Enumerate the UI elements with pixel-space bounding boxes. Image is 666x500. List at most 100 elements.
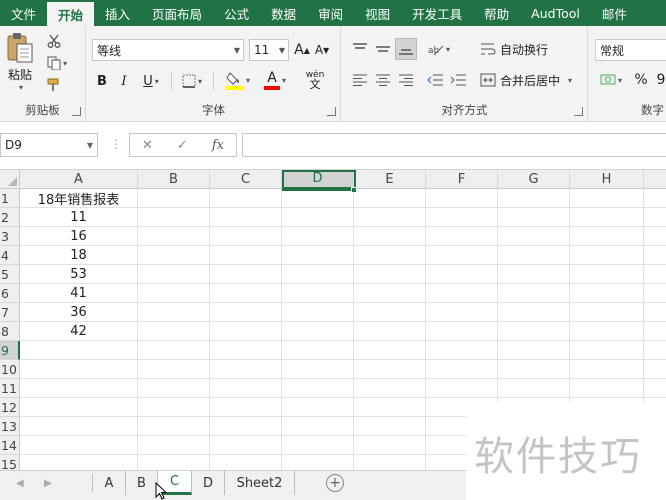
grid-cell[interactable] bbox=[426, 208, 498, 227]
copy-button[interactable]: ▾ bbox=[44, 54, 70, 72]
grid-cell[interactable] bbox=[20, 436, 138, 455]
wrap-text-button[interactable]: 自动换行 bbox=[480, 39, 560, 59]
grid-cell[interactable] bbox=[498, 189, 570, 208]
grid-cell[interactable] bbox=[138, 341, 210, 360]
column-header-e[interactable]: E bbox=[354, 170, 426, 189]
grid-cell[interactable] bbox=[354, 284, 426, 303]
italic-button[interactable]: I bbox=[115, 70, 133, 92]
tab-page-layout[interactable]: 页面布局 bbox=[141, 0, 213, 26]
grid-cell[interactable] bbox=[282, 208, 354, 227]
grid-cell[interactable] bbox=[20, 341, 138, 360]
row-header[interactable]: 8 bbox=[0, 322, 20, 341]
tab-insert[interactable]: 插入 bbox=[94, 0, 141, 26]
column-header-c[interactable]: C bbox=[210, 170, 282, 189]
grid-cell[interactable] bbox=[210, 189, 282, 208]
orientation-button[interactable]: ab ▾ bbox=[424, 39, 454, 59]
grid-cell[interactable] bbox=[644, 322, 666, 341]
grid-cell[interactable] bbox=[20, 379, 138, 398]
grid-cell[interactable] bbox=[498, 284, 570, 303]
grid-cell[interactable] bbox=[570, 379, 644, 398]
sheet-tab-d[interactable]: D bbox=[192, 471, 225, 495]
sheet-tab-b[interactable]: B bbox=[126, 471, 158, 495]
grid-cell[interactable] bbox=[138, 227, 210, 246]
row-header[interactable]: 12 bbox=[0, 398, 20, 417]
tab-file[interactable]: 文件 bbox=[0, 0, 47, 26]
grid-cell[interactable] bbox=[498, 227, 570, 246]
grid-cell[interactable] bbox=[138, 189, 210, 208]
grid-cell[interactable] bbox=[426, 303, 498, 322]
grid-cell[interactable] bbox=[426, 284, 498, 303]
grid-cell[interactable] bbox=[282, 303, 354, 322]
cell-a2[interactable]: 11 bbox=[20, 208, 138, 227]
grid-cell[interactable] bbox=[354, 208, 426, 227]
phonetic-button[interactable]: wén 文 bbox=[299, 68, 331, 92]
grid-cell[interactable] bbox=[498, 246, 570, 265]
percent-button[interactable]: % bbox=[633, 70, 649, 90]
grid-cell[interactable] bbox=[20, 455, 138, 470]
align-right-button[interactable] bbox=[396, 70, 416, 90]
row-header[interactable]: 11 bbox=[0, 379, 20, 398]
font-color-button[interactable]: A ▾ bbox=[259, 68, 291, 92]
grid-cell[interactable] bbox=[644, 227, 666, 246]
column-header-partial[interactable] bbox=[644, 170, 666, 189]
grid-cell[interactable] bbox=[354, 189, 426, 208]
align-middle-button[interactable] bbox=[373, 39, 393, 59]
grid-cell[interactable] bbox=[570, 265, 644, 284]
column-header-f[interactable]: F bbox=[426, 170, 498, 189]
borders-button[interactable]: ▾ bbox=[177, 70, 207, 92]
grid-cell[interactable] bbox=[426, 322, 498, 341]
align-top-button[interactable] bbox=[350, 39, 370, 59]
grid-cell[interactable] bbox=[282, 227, 354, 246]
sheet-tab-sheet2[interactable]: Sheet2 bbox=[225, 471, 295, 495]
grid-cell[interactable] bbox=[570, 360, 644, 379]
grid-cell[interactable] bbox=[354, 379, 426, 398]
grid-cell[interactable] bbox=[354, 341, 426, 360]
grid-cell[interactable] bbox=[20, 417, 138, 436]
grid-cell[interactable] bbox=[354, 265, 426, 284]
cut-button[interactable] bbox=[44, 32, 64, 50]
grid-cell[interactable] bbox=[210, 436, 282, 455]
grid-cell[interactable] bbox=[570, 341, 644, 360]
row-header[interactable]: 4 bbox=[0, 246, 20, 265]
grid-cell[interactable] bbox=[644, 284, 666, 303]
add-sheet-button[interactable]: + bbox=[326, 474, 344, 492]
grid-cell[interactable] bbox=[282, 322, 354, 341]
grid-cell[interactable] bbox=[282, 417, 354, 436]
grid-cell[interactable] bbox=[570, 227, 644, 246]
merge-center-button[interactable]: 合并后居中 ▾ bbox=[480, 70, 580, 90]
grid-cell[interactable] bbox=[282, 379, 354, 398]
grid-cell[interactable] bbox=[498, 303, 570, 322]
grid-cell[interactable] bbox=[282, 341, 354, 360]
column-header-h[interactable]: H bbox=[570, 170, 644, 189]
grid-cell[interactable] bbox=[210, 455, 282, 470]
sheet-nav-next-icon[interactable]: ▶ bbox=[44, 478, 52, 489]
grid-cell[interactable] bbox=[282, 436, 354, 455]
tab-help[interactable]: 帮助 bbox=[473, 0, 520, 26]
grid-cell[interactable] bbox=[138, 360, 210, 379]
tab-formulas[interactable]: 公式 bbox=[213, 0, 260, 26]
grid-cell[interactable] bbox=[354, 360, 426, 379]
cell-a7[interactable]: 36 bbox=[20, 303, 138, 322]
row-header[interactable]: 1 bbox=[0, 189, 20, 208]
align-bottom-button[interactable] bbox=[395, 38, 417, 60]
format-painter-button[interactable] bbox=[44, 76, 64, 94]
grid-cell[interactable] bbox=[426, 341, 498, 360]
clipboard-launcher-icon[interactable] bbox=[72, 107, 81, 116]
sheet-nav-prev-icon[interactable]: ◀ bbox=[16, 478, 24, 489]
column-header-a[interactable]: A bbox=[20, 170, 138, 189]
accounting-format-button[interactable]: ▾ bbox=[597, 70, 625, 90]
cell-a3[interactable]: 16 bbox=[20, 227, 138, 246]
grid-cell[interactable] bbox=[282, 360, 354, 379]
insert-function-icon[interactable]: fx bbox=[212, 138, 224, 153]
grid-cell[interactable] bbox=[138, 284, 210, 303]
align-left-button[interactable] bbox=[350, 70, 370, 90]
font-name-select[interactable]: 等线 ▼ bbox=[92, 39, 244, 61]
select-all-corner[interactable] bbox=[0, 170, 20, 189]
grid-cell[interactable] bbox=[498, 341, 570, 360]
row-header[interactable]: 5 bbox=[0, 265, 20, 284]
grid-cell[interactable] bbox=[354, 322, 426, 341]
grid-cell[interactable] bbox=[644, 303, 666, 322]
cell-a6[interactable]: 41 bbox=[20, 284, 138, 303]
row-header[interactable]: 13 bbox=[0, 417, 20, 436]
grid-cell[interactable] bbox=[210, 227, 282, 246]
